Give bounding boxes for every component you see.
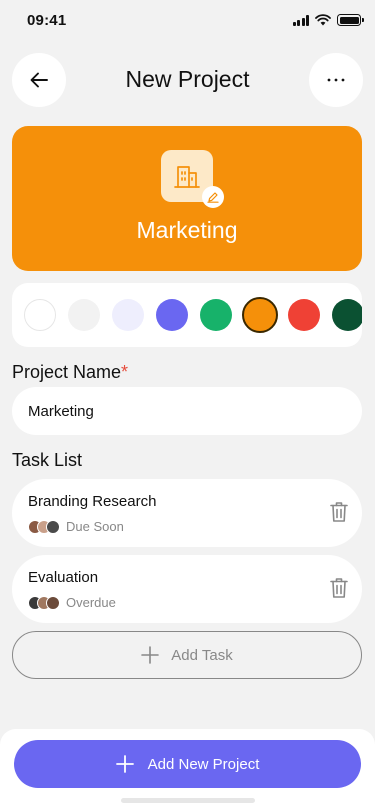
bottom-action-bar: Add New Project	[0, 729, 375, 812]
avatar	[46, 595, 60, 610]
task-meta: Due Soon	[28, 519, 124, 534]
battery-icon	[337, 14, 364, 26]
trash-icon	[330, 578, 348, 598]
delete-task-button[interactable]	[330, 501, 348, 528]
task-item[interactable]: Evaluation Overdue	[12, 555, 362, 623]
color-swatch-green[interactable]	[200, 299, 232, 331]
color-swatch-dark-green[interactable]	[332, 299, 362, 331]
assignee-avatars	[28, 519, 60, 534]
task-list-label: Task List	[12, 450, 83, 470]
building-icon	[174, 166, 200, 188]
status-bar: 09:41	[0, 0, 375, 44]
color-swatch-lavender[interactable]	[112, 299, 144, 331]
project-name-label-text: Project Name	[12, 362, 122, 382]
add-new-project-label: Add New Project	[147, 755, 260, 773]
project-name-input[interactable]: Marketing	[12, 387, 362, 435]
project-preview-card: Marketing	[12, 126, 362, 271]
color-swatch-light-gray[interactable]	[68, 299, 100, 331]
delete-task-button[interactable]	[330, 577, 348, 604]
more-button[interactable]	[309, 53, 363, 107]
trash-icon	[330, 502, 348, 522]
task-meta: Overdue	[28, 595, 116, 610]
task-status: Due Soon	[66, 519, 124, 534]
signal-icon	[292, 14, 309, 26]
project-name-value: Marketing	[28, 402, 94, 420]
color-picker	[12, 283, 362, 347]
task-title: Evaluation	[28, 569, 99, 586]
task-item[interactable]: Branding Research Due Soon	[12, 479, 362, 547]
status-icons	[292, 14, 364, 26]
wifi-icon	[315, 14, 331, 26]
status-time: 09:41	[27, 12, 67, 29]
avatar	[46, 519, 60, 534]
required-mark: *	[121, 362, 129, 382]
color-swatch-purple[interactable]	[156, 299, 188, 331]
task-status: Overdue	[66, 595, 116, 610]
color-swatch-white[interactable]	[24, 299, 56, 331]
pencil-icon	[207, 192, 219, 203]
add-task-button[interactable]: Add Task	[12, 631, 362, 679]
project-name-label: Project Name*	[12, 362, 128, 383]
edit-icon-button[interactable]	[202, 186, 224, 208]
home-indicator	[121, 798, 255, 803]
plus-icon	[115, 755, 134, 773]
color-swatch-orange-selected[interactable]	[242, 297, 278, 333]
task-title: Branding Research	[28, 493, 157, 510]
more-horizontal-icon	[327, 78, 345, 82]
color-swatch-red[interactable]	[288, 299, 320, 331]
assignee-avatars	[28, 595, 60, 610]
add-task-label: Add Task	[171, 646, 233, 664]
add-new-project-button[interactable]: Add New Project	[14, 740, 361, 788]
project-preview-name: Marketing	[136, 217, 238, 243]
plus-icon	[141, 646, 160, 664]
